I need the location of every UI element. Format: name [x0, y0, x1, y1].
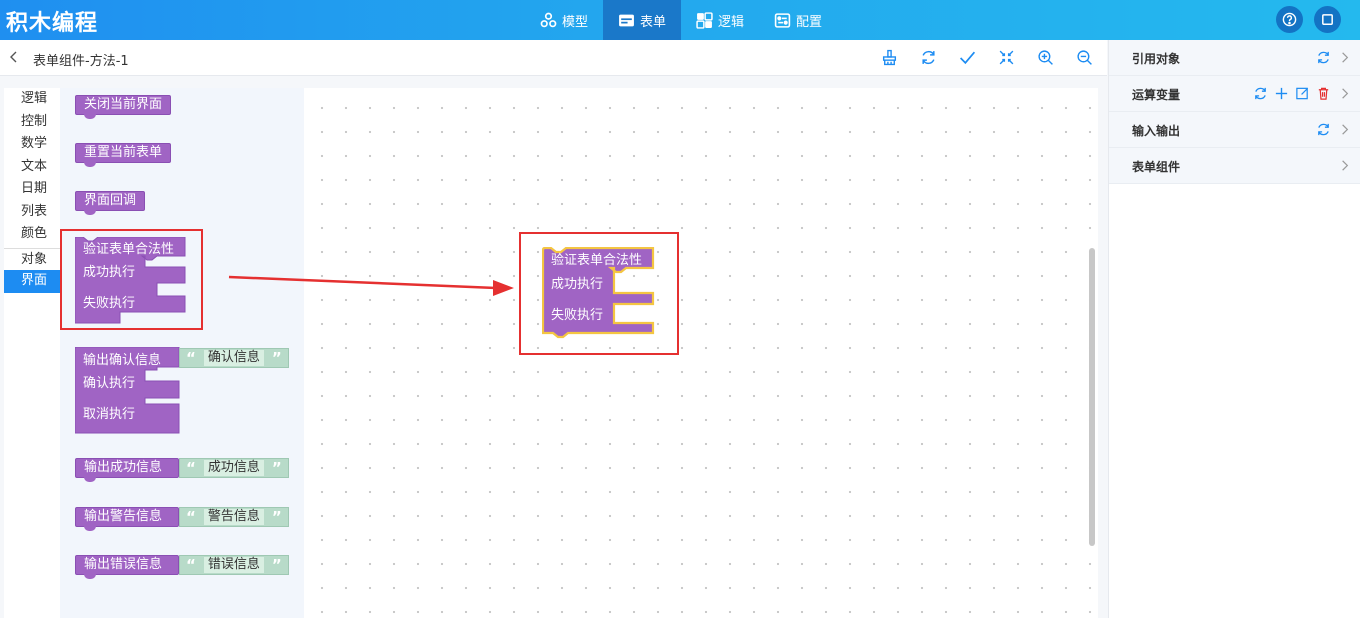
- top-right-icons: [1276, 6, 1341, 33]
- config-icon: [774, 12, 791, 28]
- panel-label: 引用对象: [1132, 52, 1181, 66]
- confirm-string-input[interactable]: “ 确认信息 ”: [179, 348, 289, 368]
- app-title: 积木编程: [6, 11, 99, 36]
- close-quote-icon: ”: [271, 348, 282, 367]
- refresh-icon[interactable]: [1316, 122, 1331, 137]
- category-date[interactable]: 日期: [4, 178, 60, 201]
- check-icon: [959, 51, 976, 65]
- help-button[interactable]: [1276, 6, 1303, 33]
- output-success-block[interactable]: 输出成功信息 “ 成功信息 ”: [75, 458, 295, 484]
- workspace-scrollbar[interactable]: [1089, 248, 1095, 546]
- success-string-input[interactable]: “ 成功信息 ”: [179, 458, 289, 478]
- error-string-input[interactable]: “ 错误信息 ”: [179, 555, 289, 575]
- panel-row-referenced-objects[interactable]: 引用对象: [1109, 40, 1360, 76]
- refresh-icon: [922, 50, 935, 65]
- category-control[interactable]: 控制: [4, 111, 60, 134]
- panel-label: 表单组件: [1132, 160, 1181, 174]
- tab-form[interactable]: 表单: [603, 0, 682, 40]
- warning-string-input[interactable]: “ 警告信息 ”: [179, 507, 289, 527]
- form-icon: [619, 14, 634, 26]
- category-text[interactable]: 文本: [4, 156, 60, 179]
- edit-icon[interactable]: [1295, 86, 1310, 101]
- refresh-icon[interactable]: [1316, 50, 1331, 65]
- output-error-block[interactable]: 输出错误信息 “ 错误信息 ”: [75, 555, 295, 581]
- tab-logic-label: 逻辑: [718, 14, 745, 30]
- success-string-value: 成功信息: [203, 460, 264, 476]
- logic-icon: [696, 11, 713, 29]
- zoom-out-button[interactable]: [1075, 48, 1094, 67]
- category-object[interactable]: 对象: [4, 247, 60, 271]
- clean-button[interactable]: [880, 48, 899, 67]
- screen-callback-block[interactable]: 界面回调: [75, 191, 146, 215]
- fullscreen-button[interactable]: [1314, 6, 1341, 33]
- zoom-in-icon: [1038, 50, 1053, 65]
- clean-icon: [882, 49, 897, 66]
- chevron-right-icon[interactable]: [1337, 158, 1352, 173]
- flyout-highlight-box: [60, 229, 203, 330]
- blockly-workspace[interactable]: [304, 88, 1098, 618]
- tab-config-label: 配置: [796, 14, 823, 30]
- output-confirm-block[interactable]: 输出确认信息 确认执行 取消执行 “ 确认信息 ”: [75, 347, 295, 437]
- category-math[interactable]: 数学: [4, 133, 60, 156]
- top-bar: 积木编程 模型 表单 逻辑 配置: [0, 0, 1360, 40]
- right-panel: 引用对象 运算变量 输入输出 表单组件: [1108, 40, 1360, 618]
- reset-form-block[interactable]: 重置当前表单: [75, 143, 172, 167]
- chevron-right-icon[interactable]: [1337, 122, 1352, 137]
- tab-model-label: 模型: [562, 14, 589, 30]
- open-quote-icon: “: [186, 555, 196, 574]
- workspace-highlight-box: [519, 232, 679, 355]
- collapse-button[interactable]: [997, 48, 1016, 67]
- workspace-toolbar: [880, 48, 1094, 67]
- confirm-title: 输出确认信息: [83, 353, 162, 368]
- fullscreen-icon: [1322, 14, 1333, 25]
- collapse-icon: [999, 50, 1014, 65]
- cancel-execute-label: 取消执行: [83, 407, 136, 422]
- chevron-right-icon[interactable]: [1337, 50, 1352, 65]
- category-color[interactable]: 颜色: [4, 223, 60, 246]
- category-logic[interactable]: 逻辑: [4, 88, 60, 111]
- doc-title: 表单组件-方法-1: [33, 54, 129, 69]
- close-screen-block[interactable]: 关闭当前界面: [75, 95, 172, 119]
- main-nav: 模型 表单 逻辑 配置: [525, 0, 837, 40]
- zoom-out-icon: [1077, 50, 1092, 65]
- tab-form-label: 表单: [640, 14, 667, 30]
- open-quote-icon: “: [186, 458, 196, 477]
- close-quote-icon: ”: [271, 507, 282, 526]
- error-string-value: 错误信息: [203, 557, 264, 573]
- back-icon[interactable]: [8, 50, 20, 64]
- panel-row-form-components[interactable]: 表单组件: [1109, 148, 1360, 184]
- open-quote-icon: “: [186, 348, 196, 367]
- success-title: 输出成功信息: [75, 458, 179, 482]
- confirm-string-value: 确认信息: [203, 350, 264, 366]
- error-title: 输出错误信息: [75, 555, 179, 579]
- editor-header: 表单组件-方法-1: [0, 40, 1107, 76]
- chevron-right-icon[interactable]: [1337, 86, 1352, 101]
- output-warning-block[interactable]: 输出警告信息 “ 警告信息 ”: [75, 507, 295, 533]
- check-button[interactable]: [958, 48, 977, 67]
- tab-model[interactable]: 模型: [525, 0, 603, 40]
- model-icon: [540, 12, 557, 27]
- panel-label: 运算变量: [1132, 88, 1181, 102]
- panel-row-variables[interactable]: 运算变量: [1109, 76, 1360, 112]
- tab-logic[interactable]: 逻辑: [681, 0, 759, 40]
- category-list: 逻辑 控制 数学 文本 日期 列表 颜色 对象 界面: [4, 88, 60, 618]
- category-list-type[interactable]: 列表: [4, 201, 60, 224]
- help-icon: [1282, 12, 1297, 27]
- refresh-icon[interactable]: [1253, 86, 1268, 101]
- refresh-button[interactable]: [919, 48, 938, 67]
- add-icon[interactable]: [1274, 86, 1289, 101]
- open-quote-icon: “: [186, 507, 196, 526]
- close-quote-icon: ”: [271, 555, 282, 574]
- tab-config[interactable]: 配置: [759, 0, 837, 40]
- warning-title: 输出警告信息: [75, 507, 179, 531]
- zoom-in-button[interactable]: [1036, 48, 1055, 67]
- category-screen[interactable]: 界面: [4, 270, 60, 293]
- warning-string-value: 警告信息: [203, 509, 264, 525]
- delete-icon[interactable]: [1316, 86, 1331, 101]
- close-quote-icon: ”: [271, 458, 282, 477]
- panel-label: 输入输出: [1132, 124, 1181, 138]
- panel-row-input-output[interactable]: 输入输出: [1109, 112, 1360, 148]
- confirm-execute-label: 确认执行: [83, 376, 136, 391]
